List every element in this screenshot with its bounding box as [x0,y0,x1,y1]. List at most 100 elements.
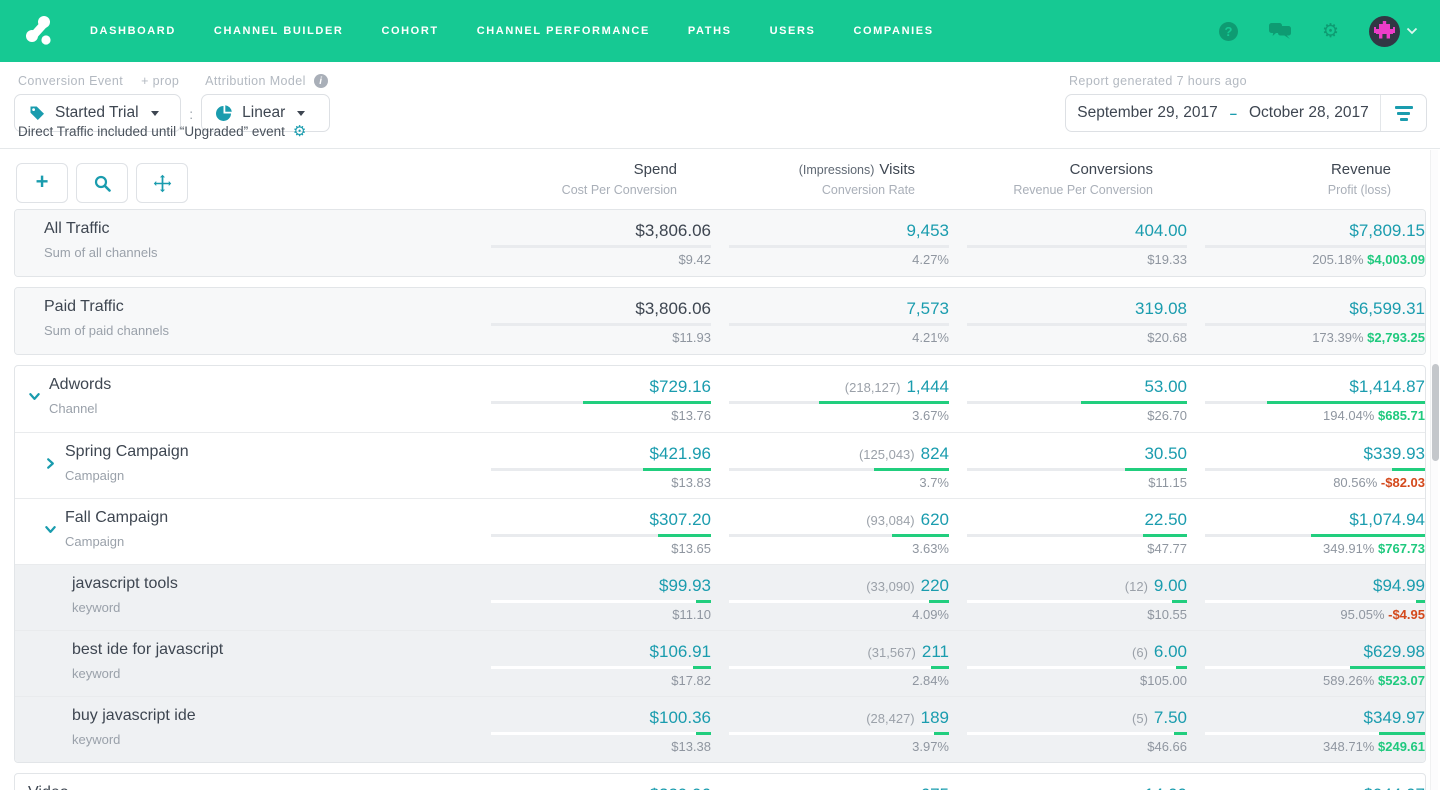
avatar[interactable] [1369,16,1400,47]
nav-item-dashboard[interactable]: DASHBOARD [90,25,176,37]
row-label: Fall CampaignCampaign [15,509,473,549]
add-prop-button[interactable]: + prop [141,74,179,88]
conversions-cell: (5)7.50$46.66 [949,707,1187,754]
visits-value[interactable]: (218,127)1,444 [711,376,949,398]
info-icon[interactable]: i [314,74,328,88]
column-header-visits[interactable]: (Impressions)Visits Conversion Rate [677,161,915,197]
revenue-value[interactable]: $94.99 [1187,575,1425,597]
table-row: AdwordsChannel$729.16$13.76(218,127)1,44… [15,366,1425,432]
column-header-revenue[interactable]: Revenue Profit (loss) [1153,161,1391,197]
attribution-logo[interactable] [22,14,56,48]
conversions-number: 14.00 [1144,785,1187,790]
bar-fill [1143,534,1187,537]
conversions-value[interactable]: 30.50 [949,443,1187,465]
bar-fill [693,666,711,669]
conversions-value[interactable]: (12)9.00 [949,575,1187,597]
conversion-event-label-text: Conversion Event [18,74,123,88]
profit-subvalue: 80.56% -$82.03 [1187,475,1425,490]
nav-item-channel-builder[interactable]: CHANNEL BUILDER [214,25,344,37]
chat-icon[interactable] [1268,22,1292,41]
nav-item-companies[interactable]: COMPANIES [853,25,933,37]
visits-subvalue: 4.21% [711,330,949,345]
visits-value[interactable]: (31,567)211 [711,641,949,663]
visits-value[interactable]: 675 [711,784,949,790]
expand-down-icon[interactable] [44,523,57,536]
search-button[interactable] [76,163,128,203]
visits-value[interactable]: (125,043)824 [711,443,949,465]
column-header-conversions[interactable]: Conversions Revenue Per Conversion [915,161,1153,197]
visits-value[interactable]: 9,453 [711,220,949,242]
add-channel-button[interactable]: + [16,163,68,203]
spend-bar [491,732,711,735]
conversions-cell: 14.00 [949,784,1187,790]
bar-fill [696,732,711,735]
help-icon[interactable]: ? [1219,22,1238,41]
table-row: All TrafficSum of all channels$3,806.06$… [15,210,1425,276]
visits-bar [729,468,949,471]
conversions-value[interactable]: 22.50 [949,509,1187,531]
conversions-bar [967,323,1187,326]
spend-value[interactable]: $99.93 [473,575,711,597]
visits-subvalue: 3.7% [711,475,949,490]
revenue-value[interactable]: $349.97 [1187,707,1425,729]
direct-traffic-settings-icon[interactable]: ⚙ [293,122,306,140]
expand-right-icon[interactable] [44,457,57,470]
revenue-value[interactable]: $629.98 [1187,641,1425,663]
bar-fill [1176,666,1187,669]
report-table: + Spend Cost Per Conversion (Impressions… [0,149,1440,790]
row-subtitle: Channel [49,401,111,416]
conversions-bar [967,245,1187,248]
bar-fill [929,600,949,603]
spend-value[interactable]: $421.96 [473,443,711,465]
revenue-value[interactable]: $1,414.87 [1187,376,1425,398]
conversions-number: 53.00 [1144,377,1187,396]
nav-item-channel-performance[interactable]: CHANNEL PERFORMANCE [477,25,650,37]
table-row: Fall CampaignCampaign$307.20$13.65(93,08… [15,498,1425,564]
bar-fill [658,534,711,537]
visits-number: 9,453 [906,221,949,240]
visits-bar [729,323,949,326]
visits-prefix: (125,043) [859,447,915,462]
settings-gear-icon[interactable]: ⚙ [1322,22,1339,41]
attribution-model-label: Attribution Model i [205,74,328,88]
date-range-value[interactable]: September 29, 2017 – October 28, 2017 [1066,104,1380,122]
expand-down-icon[interactable] [28,390,41,403]
spend-value[interactable]: $106.91 [473,641,711,663]
visits-cell: 9,4534.27% [711,220,949,267]
bar-fill [1174,732,1187,735]
column-header-spend[interactable]: Spend Cost Per Conversion [439,161,677,197]
conversions-value[interactable]: 53.00 [949,376,1187,398]
conversions-value[interactable]: (6)6.00 [949,641,1187,663]
profit-amount: $2,793.25 [1367,330,1425,345]
visits-value[interactable]: (93,084)620 [711,509,949,531]
spend-value[interactable]: $100.36 [473,707,711,729]
conversions-value[interactable]: 319.08 [949,298,1187,320]
visits-cell: (31,567)2112.84% [711,641,949,688]
move-button[interactable] [136,163,188,203]
date-options-button[interactable] [1380,95,1426,131]
spend-value[interactable]: $307.20 [473,509,711,531]
revenue-value[interactable]: $944.07 [1187,784,1425,790]
scrollbar-thumb[interactable] [1432,364,1439,461]
nav-item-users[interactable]: USERS [770,25,816,37]
revenue-value[interactable]: $6,599.31 [1187,298,1425,320]
conversions-value[interactable]: 404.00 [949,220,1187,242]
visits-value[interactable]: (33,090)220 [711,575,949,597]
nav-item-cohort[interactable]: COHORT [381,25,438,37]
spend-cell: $329.96 [473,784,711,790]
nav-item-paths[interactable]: PATHS [688,25,732,37]
visits-bar [729,666,949,669]
spend-value: $3,806.06 [473,298,711,320]
conversions-value[interactable]: 14.00 [949,784,1187,790]
revenue-value[interactable]: $7,809.15 [1187,220,1425,242]
user-menu[interactable] [1369,16,1418,47]
conversions-value[interactable]: (5)7.50 [949,707,1187,729]
vertical-scrollbar[interactable] [1430,150,1438,790]
spend-value[interactable]: $729.16 [473,376,711,398]
spend-value[interactable]: $329.96 [473,784,711,790]
revenue-value[interactable]: $1,074.94 [1187,509,1425,531]
visits-value[interactable]: 7,573 [711,298,949,320]
visits-value[interactable]: (28,427)189 [711,707,949,729]
revenue-cell: $7,809.15205.18% $4,003.09 [1187,220,1425,267]
revenue-value[interactable]: $339.93 [1187,443,1425,465]
